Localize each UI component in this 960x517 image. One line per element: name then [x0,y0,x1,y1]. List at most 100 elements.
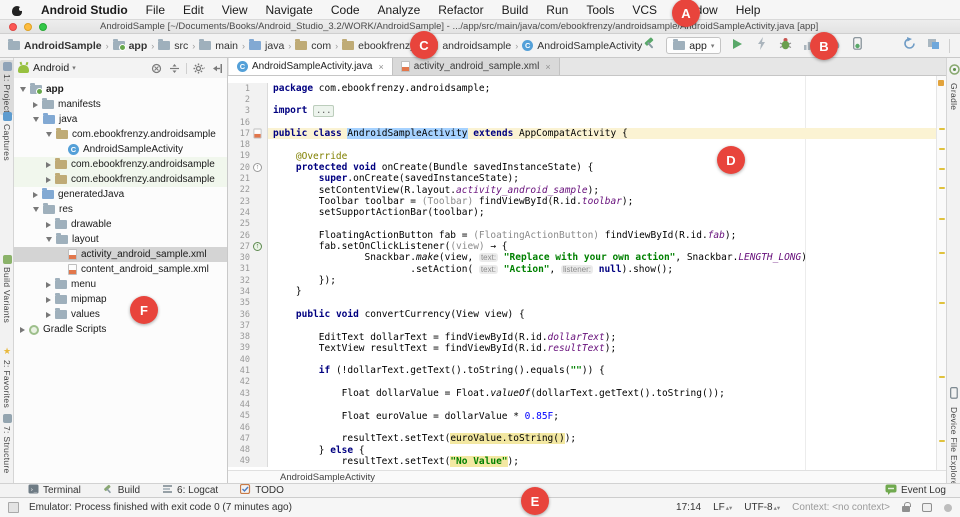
caret-position-widget[interactable]: 17:14 [676,502,701,513]
toolwindow-button-todo[interactable]: TODO [240,484,284,497]
editor-gutter[interactable]: 23 [228,196,268,207]
settings-gear-icon[interactable] [193,62,205,74]
editor-gutter[interactable]: 21 [228,173,268,184]
apple-menu-icon[interactable] [12,4,23,16]
editor-gutter[interactable]: 43 [228,388,268,399]
menu-item-help[interactable]: Help [736,3,761,17]
toolwindow-stripe-build-variants[interactable]: Build Variants [0,255,14,323]
editor-gutter[interactable]: 44 [228,399,268,410]
editor-gutter[interactable]: 46 [228,422,268,433]
minimize-window-button[interactable] [24,23,32,31]
warning-stripe-mark[interactable] [939,376,945,378]
apply-changes-button[interactable] [753,38,769,54]
inspection-indicator-icon[interactable] [938,80,944,86]
inspections-icon[interactable] [922,503,932,512]
editor-gutter[interactable]: 24 [228,207,268,218]
editor-gutter[interactable]: 42 [228,377,268,388]
hide-panel-icon[interactable] [211,62,223,74]
tree-item-androidsampleactivity[interactable]: CAndroidSampleActivity [14,142,227,157]
editor-gutter[interactable]: 22 [228,185,268,196]
editor-gutter[interactable]: 48 [228,445,268,456]
editor-gutter[interactable]: 40 [228,354,268,365]
menu-item-navigate[interactable]: Navigate [265,3,312,17]
warning-stripe-mark[interactable] [939,440,945,442]
editor-gutter[interactable]: 32 [228,275,268,286]
sync-project-button[interactable] [901,38,917,54]
project-view-selector[interactable]: Android [33,62,69,74]
collapse-all-icon[interactable] [168,62,180,74]
build-hammer-button[interactable] [642,38,658,54]
editor-gutter[interactable]: 30 [228,252,268,263]
run-config-dropdown[interactable]: app▾ [666,37,721,54]
debug-button[interactable] [777,38,793,54]
chevron-down-icon[interactable] [46,237,52,242]
tree-item-values[interactable]: values [14,307,227,322]
chevron-down-icon[interactable] [33,207,39,212]
chevron-right-icon[interactable] [46,177,51,183]
breadcrumb-item[interactable]: ebookfrenzy [342,40,415,52]
line-separator-widget[interactable]: LF▴▾ [713,502,732,513]
tab-activity-android-sample-xml[interactable]: activity_android_sample.xml× [393,58,560,75]
tree-item-menu[interactable]: menu [14,277,227,292]
tree-item-generatedjava[interactable]: generatedJava [14,187,227,202]
close-window-button[interactable] [9,23,17,31]
breadcrumb-item[interactable]: CAndroidSampleActivity [522,40,642,52]
editor-gutter[interactable]: 39 [228,343,268,354]
menu-item-refactor[interactable]: Refactor [438,3,483,17]
tree-item-java[interactable]: java [14,112,227,127]
context-widget[interactable]: Context: <no context> [792,502,890,513]
locate-icon[interactable] [150,62,162,74]
tree-item-content-android-sample-xml[interactable]: content_android_sample.xml [14,262,227,277]
editor-gutter[interactable]: 25 [228,219,268,230]
editor-gutter[interactable]: 41 [228,365,268,376]
tree-item-activity-android-sample-xml[interactable]: activity_android_sample.xml [14,247,227,262]
chevron-down-icon[interactable] [33,117,39,122]
breadcrumb-item[interactable]: src [158,40,188,52]
editor-breadcrumb-item[interactable]: AndroidSampleActivity [280,472,375,483]
menu-item-code[interactable]: Code [331,3,360,17]
close-icon[interactable]: × [378,62,383,72]
tab-androidsampleactivity-java[interactable]: CAndroidSampleActivity.java× [229,58,393,75]
tree-item-gradle-scripts[interactable]: Gradle Scripts [14,322,227,337]
warning-stripe-mark[interactable] [939,187,945,189]
tree-item-com-ebookfrenzy-androidsample[interactable]: com.ebookfrenzy.androidsample [14,172,227,187]
editor-gutter[interactable]: 35 [228,298,268,309]
chevron-right-icon[interactable] [46,297,51,303]
menu-item-analyze[interactable]: Analyze [378,3,421,17]
menu-item-run[interactable]: Run [546,3,568,17]
warning-stripe-mark[interactable] [939,148,945,150]
menu-item-file[interactable]: File [146,3,165,17]
editor-gutter[interactable]: 49 [228,456,268,467]
editor-gutter[interactable]: 31 [228,264,268,275]
menu-item-build[interactable]: Build [502,3,529,17]
menu-item-view[interactable]: View [222,3,248,17]
editor-gutter[interactable]: 16 [228,117,268,128]
chevron-down-icon[interactable] [46,132,52,137]
memory-indicator-icon[interactable] [944,504,952,512]
tree-item-com-ebookfrenzy-androidsample[interactable]: com.ebookfrenzy.androidsample [14,127,227,142]
toolwindow-stripe-2-favorites[interactable]: ★2: Favorites [0,346,14,408]
menu-item-edit[interactable]: Edit [183,3,204,17]
menu-item-tools[interactable]: Tools [586,3,614,17]
editor-gutter[interactable]: 37 [228,320,268,331]
chevron-right-icon[interactable] [20,327,25,333]
warning-stripe-mark[interactable] [939,302,945,304]
menu-app-name[interactable]: Android Studio [41,3,128,17]
tree-item-manifests[interactable]: manifests [14,97,227,112]
chevron-right-icon[interactable] [33,192,38,198]
chevron-right-icon[interactable] [46,222,51,228]
chevron-right-icon[interactable] [46,282,51,288]
editor-gutter[interactable]: 1 [228,83,268,94]
toolwindow-button-event-log[interactable]: Event Log [885,484,960,498]
tree-item-drawable[interactable]: drawable [14,217,227,232]
tree-item-mipmap[interactable]: mipmap [14,292,227,307]
zoom-window-button[interactable] [39,23,47,31]
editor-gutter[interactable]: 27↑ [228,241,268,252]
breadcrumb-item[interactable]: com [295,40,331,52]
editor-gutter[interactable]: 45 [228,411,268,422]
run-device-button[interactable] [849,38,865,54]
encoding-widget[interactable]: UTF-8▴▾ [744,502,780,513]
warning-stripe-mark[interactable] [939,252,945,254]
layout-inspector-button[interactable] [925,38,941,54]
breadcrumb-item[interactable]: java [249,40,284,52]
